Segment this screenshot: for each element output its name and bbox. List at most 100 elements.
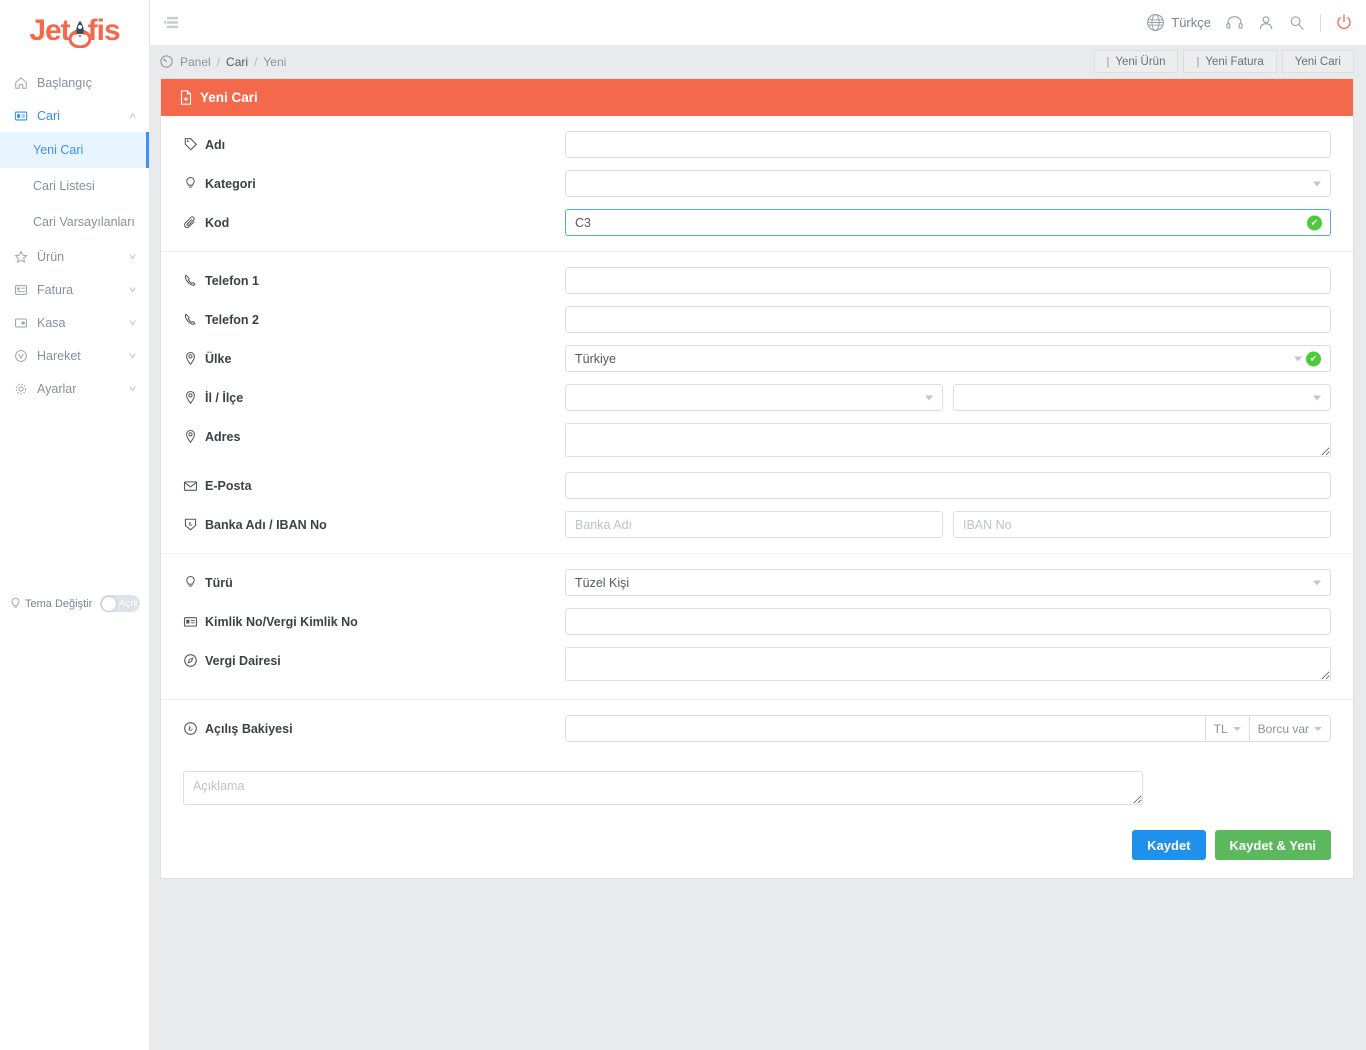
save-and-new-button[interactable]: Kaydet & Yeni — [1214, 830, 1331, 860]
language-selector[interactable]: Türkçe — [1146, 13, 1211, 32]
kategori-select[interactable] — [565, 170, 1331, 197]
telefon2-input[interactable] — [565, 306, 1331, 333]
input-wrap — [565, 472, 1331, 499]
field-row-kimlik-no: Kimlik No/Vergi Kimlik No — [161, 602, 1353, 641]
select-wrap — [565, 170, 1331, 197]
textarea-wrap — [565, 647, 1331, 684]
sidebar-subitem-label: Yeni Cari — [33, 143, 84, 157]
kod-input[interactable] — [565, 209, 1331, 236]
banka-adi-input[interactable] — [565, 511, 943, 538]
app-root: Jet fis Başlangıç Cari ˄ Yeni Cari Cari L… — [0, 0, 1366, 1050]
id-card-icon — [14, 109, 31, 123]
sidebar-item-kasa[interactable]: Kasa ˅ — [0, 306, 149, 339]
sidebar-item-hareket[interactable]: Hareket ˅ — [0, 339, 149, 372]
theme-switcher[interactable]: Tema Değiştir Açık — [0, 595, 150, 612]
chevron-down-icon: ˅ — [128, 383, 137, 394]
sidebar-item-ayarlar[interactable]: Ayarlar ˅ — [0, 372, 149, 405]
invoice-icon — [14, 283, 31, 297]
rocket-icon — [68, 16, 91, 48]
il-select[interactable] — [565, 384, 943, 411]
sidebar-item-cari-varsayilanlari[interactable]: Cari Varsayılanları — [0, 204, 149, 240]
balance-input-group: TL Borcu var — [565, 715, 1331, 742]
new-product-label: Yeni Ürün — [1115, 55, 1166, 68]
chevron-down-icon: ˅ — [128, 350, 137, 361]
input-wrap — [565, 511, 943, 538]
power-icon[interactable] — [1336, 14, 1352, 31]
valid-check-icon: ✔ — [1307, 215, 1322, 230]
home-icon — [14, 76, 31, 90]
adi-input[interactable] — [565, 131, 1331, 158]
coin-icon: ₺ — [183, 715, 205, 742]
theme-switcher-label: Tema Değiştir — [25, 597, 93, 610]
new-customer-button[interactable]: Yeni Cari — [1281, 50, 1354, 73]
adres-textarea[interactable] — [565, 423, 1331, 457]
pin-icon — [183, 384, 205, 411]
new-invoice-label: Yeni Fatura — [1205, 55, 1264, 68]
field-row-adres: Adres — [161, 417, 1353, 466]
field-label-kimlik-no: Kimlik No/Vergi Kimlik No — [205, 614, 358, 629]
kimlik-no-input[interactable] — [565, 608, 1331, 635]
iban-no-input[interactable] — [953, 511, 1331, 538]
sidebar-subitem-label: Cari Varsayılanları — [33, 215, 135, 229]
acilis-bakiyesi-input[interactable] — [565, 715, 1206, 742]
description-row — [161, 757, 1353, 818]
telefon1-input[interactable] — [565, 267, 1331, 294]
field-row-banka: ₺ Banka Adı / IBAN No — [161, 505, 1353, 544]
currency-dropdown[interactable]: TL — [1205, 715, 1250, 742]
bulb-icon — [10, 597, 21, 610]
field-label-turu: Türü — [205, 575, 233, 590]
field-label-adres: Adres — [205, 429, 241, 444]
collapse-sidebar-icon[interactable] — [160, 12, 183, 33]
sidebar-item-cari[interactable]: Cari ˄ — [0, 99, 149, 132]
input-wrap — [565, 267, 1331, 294]
field-control-telefon1 — [565, 267, 1331, 294]
sidebar: Jet fis Başlangıç Cari ˄ Yeni Cari Cari L… — [0, 0, 150, 1050]
headset-icon[interactable] — [1226, 15, 1243, 30]
sidebar-item-cari-listesi[interactable]: Cari Listesi — [0, 168, 149, 204]
aciklama-textarea[interactable] — [183, 771, 1143, 805]
card-title: Yeni Cari — [200, 90, 258, 105]
form-actions: Kaydet Kaydet & Yeni — [161, 818, 1353, 878]
sidebar-item-yeni-cari[interactable]: Yeni Cari — [0, 132, 149, 168]
theme-toggle[interactable]: Açık — [100, 595, 140, 612]
search-icon[interactable] — [1289, 15, 1305, 31]
ilce-select[interactable] — [953, 384, 1331, 411]
form-section-identity: Adı Kategori Kod C3 ✔ — [161, 116, 1353, 252]
new-invoice-button[interactable]: | Yeni Fatura — [1183, 50, 1277, 73]
field-row-acilis-bakiyesi: ₺ Açılış Bakiyesi TL Borcu var — [161, 709, 1353, 748]
vergi-dairesi-textarea[interactable] — [565, 647, 1331, 681]
input-wrap — [953, 511, 1331, 538]
compass-icon — [183, 647, 205, 674]
balance-direction-dropdown[interactable]: Borcu var — [1249, 715, 1331, 742]
eposta-input[interactable] — [565, 472, 1331, 499]
valid-check-icon: ✔ — [1306, 351, 1321, 366]
breadcrumb-item-panel[interactable]: Panel — [180, 55, 211, 69]
breadcrumb: Panel / Cari / Yeni — [160, 55, 286, 69]
select-wrap: Tüzel Kişi — [565, 569, 1331, 596]
save-button[interactable]: Kaydet — [1132, 830, 1206, 860]
breadcrumb-separator: / — [254, 54, 258, 69]
sidebar-item-baslangic[interactable]: Başlangıç — [0, 66, 149, 99]
new-customer-label: Yeni Cari — [1294, 55, 1341, 68]
form-section-tax: Türü Tüzel Kişi Kimlik No/Vergi Kimlik N… — [161, 554, 1353, 700]
sidebar-item-urun[interactable]: Ürün ˅ — [0, 240, 149, 273]
sidebar-item-label: Ürün — [37, 249, 65, 264]
chevron-down-icon — [1313, 395, 1321, 400]
ulke-select[interactable]: Türkiye ✔ — [565, 345, 1331, 372]
envelope-icon — [183, 472, 205, 499]
breadcrumb-item-cari[interactable]: Cari — [226, 55, 248, 69]
brand-logo[interactable]: Jet fis — [0, 0, 149, 58]
field-control-il-ilce — [565, 384, 1331, 411]
field-row-telefon2: Telefon 2 — [161, 300, 1353, 339]
dashboard-icon[interactable] — [160, 55, 173, 68]
field-label-vergi-dairesi: Vergi Dairesi — [205, 653, 281, 668]
brand-name-left: Jet — [29, 14, 70, 47]
turu-select[interactable]: Tüzel Kişi — [565, 569, 1331, 596]
chevron-down-icon — [1314, 726, 1322, 731]
field-row-ulke: Ülke Türkiye ✔ — [161, 339, 1353, 378]
user-icon[interactable] — [1258, 15, 1274, 31]
sidebar-subitem-label: Cari Listesi — [33, 179, 95, 193]
field-row-turu: Türü Tüzel Kişi — [161, 563, 1353, 602]
sidebar-item-fatura[interactable]: Fatura ˅ — [0, 273, 149, 306]
new-product-button[interactable]: | Yeni Ürün — [1093, 50, 1179, 73]
